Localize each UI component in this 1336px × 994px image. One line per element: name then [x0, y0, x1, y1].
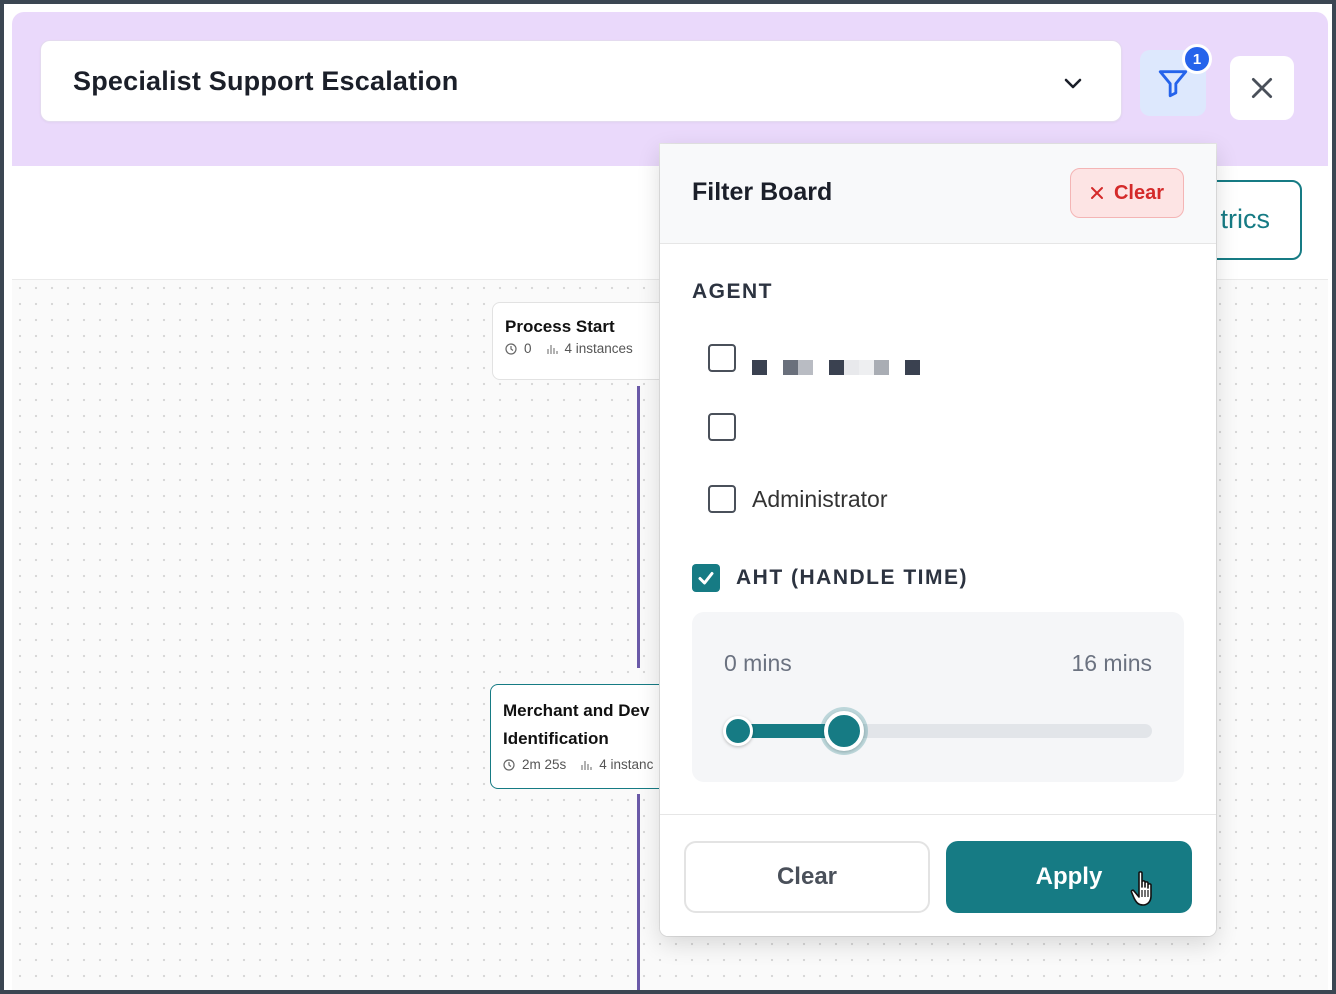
aht-label: AHT (HANDLE TIME): [736, 566, 968, 589]
node-duration: 2m 25s: [522, 757, 567, 772]
clock-icon: [503, 758, 515, 771]
agent-checkbox[interactable]: [708, 413, 736, 441]
agent-option[interactable]: [708, 341, 920, 375]
node-name: Process Start: [505, 317, 615, 336]
process-select-dropdown[interactable]: Specialist Support Escalation: [40, 40, 1122, 122]
aht-filter-toggle[interactable]: AHT (HANDLE TIME): [692, 564, 968, 592]
node-name-line2: Identification: [503, 729, 609, 748]
range-min-label: 0 mins: [724, 650, 792, 676]
aht-checkbox[interactable]: [692, 564, 720, 592]
close-button[interactable]: [1230, 56, 1294, 120]
node-instances: 4 instanc: [599, 757, 654, 772]
footer-clear-button[interactable]: Clear: [684, 841, 930, 913]
aht-range-slider[interactable]: [723, 711, 1152, 751]
filter-panel: Filter Board Clear AGENT Administrator A…: [660, 144, 1216, 936]
hand-pointer-icon: [1130, 871, 1152, 906]
filter-funnel-icon: [1158, 70, 1188, 98]
range-thumb-max[interactable]: [823, 711, 864, 751]
agent-option[interactable]: Administrator: [708, 485, 887, 513]
node-meta: 2m 25s 4 instanc: [503, 757, 667, 772]
agent-section-label: AGENT: [692, 280, 773, 303]
flow-connector: [637, 794, 640, 990]
redacted-agent-name: [752, 341, 920, 375]
process-title: Specialist Support Escalation: [73, 65, 459, 96]
checkmark-icon: [698, 572, 714, 585]
node-name: Merchant and Dev: [503, 701, 650, 720]
header-clear-label: Clear: [1113, 181, 1165, 204]
agent-checkbox[interactable]: [708, 485, 736, 513]
range-thumb-min[interactable]: [723, 716, 753, 746]
header-clear-button[interactable]: Clear: [1070, 168, 1184, 218]
filter-panel-title: Filter Board: [692, 178, 833, 206]
app-window: Specialist Support Escalation 1 trics Pr…: [4, 4, 1332, 990]
range-max-label: 16 mins: [1071, 650, 1152, 676]
x-icon: [1090, 187, 1103, 199]
chevron-down-icon: [1064, 78, 1082, 89]
clock-icon: [505, 342, 517, 355]
filter-panel-header: Filter Board Clear: [660, 144, 1216, 244]
filter-count-badge: 1: [1182, 44, 1212, 74]
node-instances: 4 instances: [564, 341, 633, 356]
metrics-button-label: trics: [1220, 204, 1271, 234]
bar-chart-icon: [581, 760, 592, 770]
node-duration: 0: [524, 341, 532, 356]
agent-checkbox[interactable]: [708, 344, 736, 372]
node-meta: 0 4 instances: [505, 341, 669, 356]
flow-connector: [637, 386, 640, 668]
bar-chart-icon: [546, 344, 558, 354]
aht-range-box: 0 mins 16 mins: [692, 612, 1184, 782]
agent-option[interactable]: [708, 413, 736, 441]
close-icon: [1251, 77, 1273, 99]
process-node[interactable]: Process Start 0 4 instances: [492, 302, 682, 380]
process-node[interactable]: Merchant and Dev Identification 2m 25s 4…: [490, 684, 680, 789]
agent-option-label: Administrator: [752, 485, 888, 512]
